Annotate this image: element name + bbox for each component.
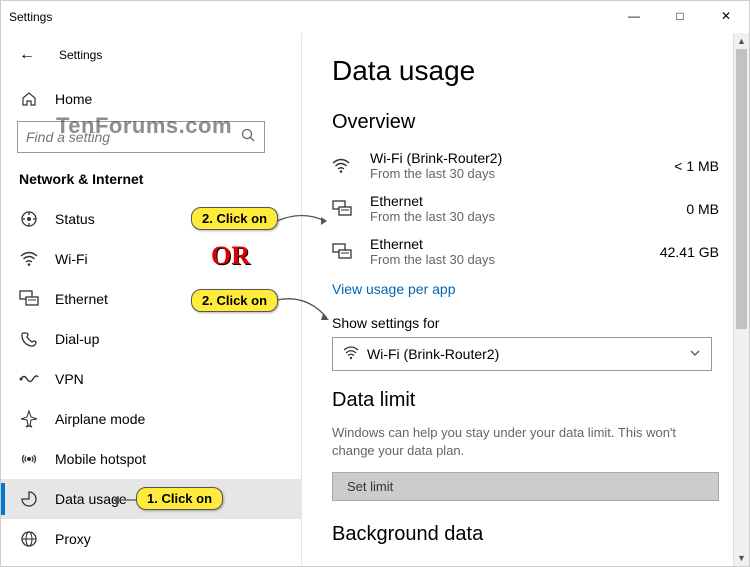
page-title: Data usage [332,55,719,87]
sidebar-item-wi-fi[interactable]: Wi-Fi [1,239,301,279]
network-usage-value: 0 MB [686,201,719,217]
section-header: Network & Internet [1,153,301,199]
annotation-click-2b: 2. Click on [191,289,278,312]
network-usage-value: 42.41 GB [660,244,719,260]
network-row[interactable]: EthernetFrom the last 30 days42.41 GB [332,232,719,275]
scroll-down-icon[interactable]: ▼ [734,550,749,566]
nav-label: Mobile hotspot [55,451,146,467]
set-limit-button[interactable]: Set limit [332,472,719,501]
chevron-down-icon [689,346,701,362]
home-icon [19,91,39,107]
show-settings-label: Show settings for [332,315,719,331]
home-label: Home [55,91,92,107]
search-icon [240,127,256,148]
settings-window: Settings — □ ✕ ← Settings Home [0,0,750,567]
background-data-header: Background data [332,523,719,546]
data-limit-description: Windows can help you stay under your dat… [332,424,712,460]
sidebar-item-dial-up[interactable]: Dial-up [1,319,301,359]
nav-label: Ethernet [55,291,108,307]
network-name: Ethernet [370,193,686,209]
network-list: Wi-Fi (Brink-Router2)From the last 30 da… [332,146,719,275]
network-name: Ethernet [370,236,660,252]
search-box[interactable] [17,121,265,153]
annotation-or: OR [211,241,250,271]
content-pane: Data usage Overview Wi-Fi (Brink-Router2… [301,33,749,566]
close-button[interactable]: ✕ [703,1,749,31]
annotation-arrow [277,212,327,230]
proxy-icon [19,530,39,548]
ethernet-icon [332,200,362,218]
scrollbar[interactable]: ▲ ▼ [733,33,749,566]
annotation-click-1: 1. Click on [136,487,223,510]
network-subtext: From the last 30 days [370,166,674,181]
sidebar-item-proxy[interactable]: Proxy [1,519,301,559]
wifi-icon [343,346,359,363]
overview-header: Overview [332,111,719,134]
maximize-button[interactable]: □ [657,1,703,31]
window-title: Settings [9,10,52,24]
datausage-icon [19,490,39,508]
minimize-button[interactable]: — [611,1,657,31]
sidebar-item-vpn[interactable]: VPN [1,359,301,399]
scroll-thumb[interactable] [736,49,747,329]
nav-label: Wi-Fi [55,251,88,267]
nav-label: Status [55,211,95,227]
sidebar-item-mobile-hotspot[interactable]: Mobile hotspot [1,439,301,479]
annotation-arrow [111,492,139,508]
network-subtext: From the last 30 days [370,209,686,224]
sidebar-item-home[interactable]: Home [1,79,301,119]
annotation-arrow [277,294,331,324]
back-icon[interactable]: ← [19,46,35,64]
vpn-icon [19,372,39,386]
nav-label: Proxy [55,531,91,547]
titlebar: Settings — □ ✕ [1,1,749,33]
wifi-icon [19,251,39,267]
view-usage-link[interactable]: View usage per app [332,281,456,297]
network-subtext: From the last 30 days [370,252,660,267]
network-name: Wi-Fi (Brink-Router2) [370,150,674,166]
sidebar-item-airplane-mode[interactable]: Airplane mode [1,399,301,439]
nav-label: Dial-up [55,331,99,347]
scroll-up-icon[interactable]: ▲ [734,33,749,49]
data-limit-header: Data limit [332,389,719,412]
annotation-click-2a: 2. Click on [191,207,278,230]
network-row[interactable]: Wi-Fi (Brink-Router2)From the last 30 da… [332,146,719,189]
status-icon [19,210,39,228]
ethernet-icon [19,290,39,308]
settings-label: Settings [59,48,102,62]
ethernet-icon [332,243,362,261]
window-controls: — □ ✕ [611,1,749,31]
airplane-icon [19,410,39,428]
nav-label: VPN [55,371,84,387]
network-usage-value: < 1 MB [674,158,719,174]
hotspot-icon [19,450,39,468]
nav-label: Airplane mode [55,411,145,427]
dropdown-text: Wi-Fi (Brink-Router2) [367,346,499,362]
network-row[interactable]: EthernetFrom the last 30 days0 MB [332,189,719,232]
dialup-icon [19,330,39,348]
wifi-icon [332,158,362,174]
show-settings-dropdown[interactable]: Wi-Fi (Brink-Router2) [332,337,712,371]
search-input[interactable] [26,129,240,145]
